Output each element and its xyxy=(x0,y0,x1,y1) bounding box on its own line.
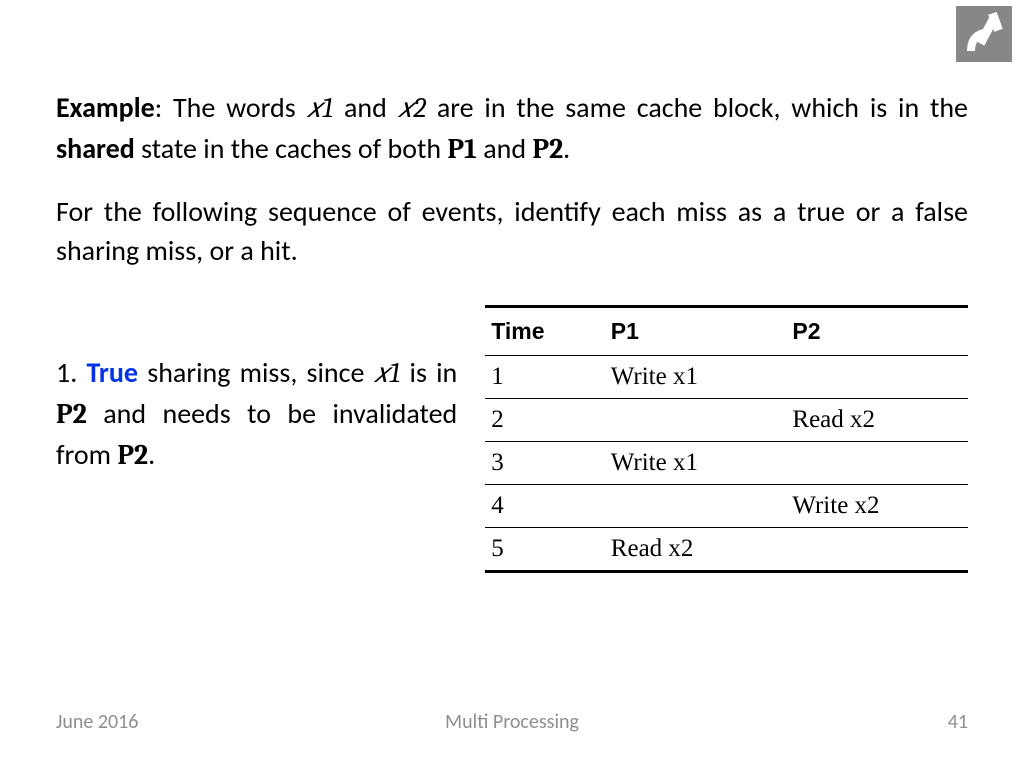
slide-body: Example: The words 𝑥1 and 𝑥2 are in the … xyxy=(56,88,968,573)
table-row: 2 Read x2 xyxy=(485,399,968,442)
institution-logo xyxy=(956,6,1012,62)
processor-p2: P2 xyxy=(532,133,563,165)
events-table: Time P1 P2 1 Write x1 2 Read x2 xyxy=(485,305,968,573)
table-row: 5 Read x2 xyxy=(485,528,968,572)
example-label: Example xyxy=(56,90,155,125)
table-header-row: Time P1 P2 xyxy=(485,307,968,356)
footer-page: 41 xyxy=(948,710,968,734)
col-time: Time xyxy=(485,307,605,356)
processor-p2-note2: P2 xyxy=(117,439,148,471)
shared-word: shared xyxy=(56,131,135,166)
slide-footer: June 2016 Multi Processing 41 xyxy=(56,710,968,734)
footer-date: June 2016 xyxy=(56,710,138,734)
table-row: 4 Write x2 xyxy=(485,485,968,528)
answer-note: 1. True sharing miss, since 𝑥1 is in P2 … xyxy=(56,353,457,475)
events-table-container: Time P1 P2 1 Write x1 2 Read x2 xyxy=(485,305,968,573)
table-row: 1 Write x1 xyxy=(485,356,968,399)
processor-p1: P1 xyxy=(447,133,476,165)
col-p2: P2 xyxy=(786,307,968,356)
footer-title: Multi Processing xyxy=(445,710,579,734)
processor-p2-note1: P2 xyxy=(56,398,87,430)
var-x1-note: 𝑥1 xyxy=(374,357,401,389)
var-x2: 𝑥2 xyxy=(398,92,426,124)
true-word: True xyxy=(87,355,139,390)
table-row: 3 Write x1 xyxy=(485,442,968,485)
col-p1: P1 xyxy=(605,307,787,356)
instruction-paragraph: For the following sequence of events, id… xyxy=(56,192,968,272)
var-x1: 𝑥1 xyxy=(306,92,333,124)
example-paragraph: Example: The words 𝑥1 and 𝑥2 are in the … xyxy=(56,88,968,170)
